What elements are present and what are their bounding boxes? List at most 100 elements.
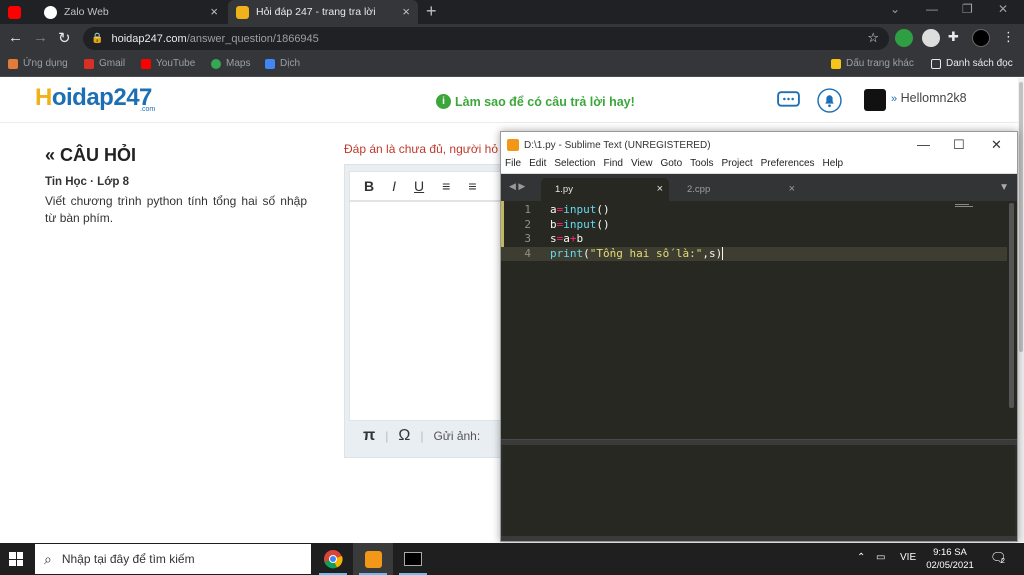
maximize-icon[interactable]: ☐	[953, 137, 965, 153]
tab-dropdown-icon[interactable]: ▼	[999, 182, 1009, 193]
menu-help[interactable]: Help	[823, 158, 844, 173]
close-icon[interactable]: ×	[657, 183, 663, 195]
windows-taskbar: ⌕ Nhập tại đây để tìm kiếm ⌃ ▭ VIE 9:16 …	[0, 543, 1024, 575]
minimize-icon[interactable]: —	[926, 2, 938, 16]
divider: |	[420, 429, 424, 443]
sublime-icon	[364, 550, 382, 568]
menu-find[interactable]: Find	[604, 158, 623, 173]
bookmark-label: Dấu trang khác	[846, 58, 914, 69]
tab-1py[interactable]: 1.py ×	[541, 178, 669, 201]
close-icon[interactable]: ×	[210, 4, 218, 19]
code-line[interactable]: 2 b=input()	[501, 218, 1007, 233]
battery-icon[interactable]: ▭	[876, 552, 885, 563]
site-header: Hoidap247 .com i Làm sao để có câu trả lờ…	[0, 78, 1018, 123]
maximize-icon[interactable]: ❐	[962, 2, 973, 16]
chat-icon[interactable]	[776, 88, 801, 113]
forward-arrow-icon[interactable]: →	[33, 29, 48, 46]
tab-search-icon[interactable]: ⌄	[890, 2, 900, 16]
back-arrow-icon[interactable]: ←	[8, 29, 23, 46]
editor-footer: π | Ω | Gửi ảnh:	[349, 427, 480, 445]
sublime-titlebar: D:\1.py - Sublime Text (UNREGISTERED) — …	[501, 132, 1017, 158]
address-bar[interactable]: 🔒 hoidap247.com/answer_question/1866945 …	[83, 27, 889, 50]
tray-chevron-icon[interactable]: ⌃	[857, 552, 865, 563]
bold-button[interactable]: B	[364, 178, 374, 194]
tab-zalo[interactable]: Zalo Web ×	[36, 0, 226, 24]
extension-icon[interactable]	[922, 29, 940, 47]
taskbar-chrome[interactable]	[313, 543, 353, 575]
puzzle-icon[interactable]: ✚	[948, 29, 959, 45]
search-icon: ⌕	[44, 550, 52, 567]
taskbar-sublime[interactable]	[353, 543, 393, 575]
menu-selection[interactable]: Selection	[554, 158, 595, 173]
bookmark-other[interactable]: Dấu trang khác	[831, 58, 914, 69]
align-center-icon[interactable]: ≡	[468, 178, 476, 194]
tab-2cpp[interactable]: 2.cpp ×	[673, 178, 801, 201]
youtube-icon	[141, 58, 151, 69]
taskbar-terminal[interactable]	[393, 543, 433, 575]
back-chevron-icon[interactable]: «	[45, 145, 55, 165]
menu-view[interactable]: View	[631, 158, 653, 173]
close-icon[interactable]: ×	[789, 183, 795, 195]
answer-tip-link[interactable]: i Làm sao để có câu trả lời hay!	[436, 94, 635, 109]
user-avatar[interactable]	[864, 89, 886, 111]
chrome-icon	[324, 550, 343, 569]
bookmark-youtube[interactable]: YouTube	[141, 58, 195, 69]
tab-hoidap[interactable]: Hỏi đáp 247 - trang tra lời ×	[228, 0, 418, 24]
bookmark-maps[interactable]: Maps	[211, 58, 250, 69]
windows-start-icon[interactable]	[9, 552, 23, 566]
menu-dots-icon[interactable]: ⋮	[1002, 29, 1015, 45]
tab-youtube[interactable]	[0, 0, 32, 24]
code-text: print("Tổng hai số là:",s)	[550, 246, 724, 260]
menu-project[interactable]: Project	[722, 158, 753, 173]
menu-preferences[interactable]: Preferences	[761, 158, 815, 173]
chevron-down-icon: »	[891, 93, 898, 105]
code-line[interactable]: 3 s=a+b	[501, 232, 1007, 247]
underline-button[interactable]: U	[414, 178, 424, 194]
site-logo[interactable]: Hoidap247	[35, 84, 152, 112]
italic-button[interactable]: I	[392, 178, 396, 194]
taskbar-search[interactable]: ⌕ Nhập tại đây để tìm kiếm	[35, 544, 311, 574]
code-line[interactable]: 4 print("Tổng hai số là:",s)	[501, 246, 1007, 261]
bookmark-translate[interactable]: Dịch	[265, 58, 300, 69]
reading-list-icon	[931, 58, 941, 69]
browser-tab-strip: Zalo Web × Hỏi đáp 247 - trang tra lời ×…	[0, 0, 1024, 24]
code-line[interactable]: 1 a=input()	[501, 203, 1007, 218]
menu-tools[interactable]: Tools	[690, 158, 713, 173]
sublime-menubar: File Edit Selection Find View Goto Tools…	[501, 158, 1017, 174]
code-editor[interactable]: 1 a=input() 2 b=input() 3 s=a+b 4 print("Tổng h…	[501, 201, 1017, 439]
bookmark-label: Dịch	[280, 58, 301, 69]
page-scrollbar[interactable]	[1018, 78, 1024, 542]
tab-nav-arrows-icon[interactable]: ◀ ▶	[509, 181, 525, 192]
browser-toolbar: ← → ↻ 🔒 hoidap247.com/answer_question/18…	[0, 24, 1024, 53]
scrollbar-thumb[interactable]	[1019, 82, 1023, 352]
user-menu[interactable]: » Hellomn2k8	[891, 91, 967, 105]
answer-textarea[interactable]	[349, 201, 515, 421]
notification-bell-icon[interactable]	[817, 88, 842, 113]
reading-list[interactable]: Danh sách đọc	[931, 58, 1013, 69]
language-indicator[interactable]: VIE	[900, 552, 916, 563]
extension-check-icon[interactable]	[895, 29, 913, 47]
profile-avatar[interactable]	[972, 29, 990, 47]
menu-goto[interactable]: Goto	[660, 158, 682, 173]
text-cursor	[722, 246, 724, 260]
close-window-icon[interactable]: ✕	[998, 2, 1008, 16]
line-number: 1	[524, 203, 531, 216]
close-icon[interactable]: ×	[402, 4, 410, 19]
bookmark-apps[interactable]: Ứng dụng	[8, 58, 68, 69]
menu-edit[interactable]: Edit	[529, 158, 546, 173]
pi-button[interactable]: π	[363, 427, 375, 445]
bookmark-gmail[interactable]: Gmail	[84, 58, 125, 69]
new-tab-button[interactable]: +	[426, 1, 437, 22]
close-icon[interactable]: ✕	[991, 137, 1002, 153]
clock[interactable]: 9:16 SA 02/05/2021	[920, 546, 980, 572]
minimize-icon[interactable]: —	[917, 137, 930, 152]
reload-icon[interactable]: ↻	[58, 29, 71, 47]
bookmark-star-icon[interactable]: ☆	[867, 30, 879, 46]
omega-button[interactable]: Ω	[398, 427, 410, 445]
maps-pin-icon	[211, 58, 221, 69]
menu-file[interactable]: File	[505, 158, 521, 173]
align-left-icon[interactable]: ≡	[442, 178, 450, 194]
tab-label: 2.cpp	[687, 184, 711, 195]
output-panel[interactable]	[503, 445, 1015, 538]
editor-scrollbar[interactable]	[1009, 203, 1014, 408]
